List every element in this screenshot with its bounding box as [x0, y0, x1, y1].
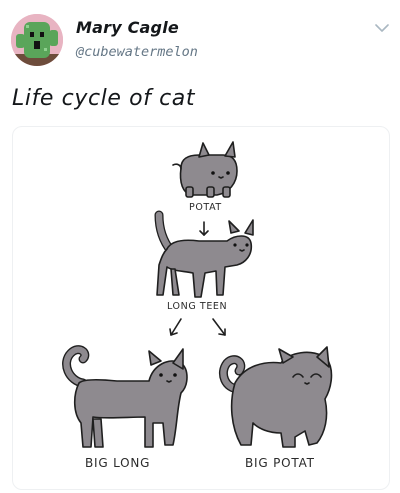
avatar[interactable]	[11, 14, 63, 66]
big-potat-cat	[219, 346, 333, 448]
chevron-down-icon[interactable]	[372, 20, 392, 36]
tweet-text: Life cycle of cat	[12, 86, 196, 111]
big-long-cat	[62, 345, 188, 448]
author-handle[interactable]: @cubewatermelon	[76, 44, 198, 60]
label-long-teen: LONG TEEN	[167, 301, 228, 312]
arrow-down-left	[169, 318, 182, 336]
label-big-long: BIG LONG	[85, 456, 151, 470]
potat-cat	[172, 141, 238, 198]
tweet-image[interactable]: POTAT LONG TEEN BIG LONG BIG POTAT	[12, 126, 390, 490]
arrow-down-right	[212, 318, 226, 336]
label-big-potat: BIG POTAT	[245, 456, 315, 470]
cactus-avatar-icon	[11, 14, 63, 66]
long-teen-cat	[154, 210, 254, 298]
arrow-down-1	[199, 221, 209, 236]
author-name[interactable]: Mary Cagle	[76, 18, 179, 37]
label-potat: POTAT	[189, 202, 222, 213]
